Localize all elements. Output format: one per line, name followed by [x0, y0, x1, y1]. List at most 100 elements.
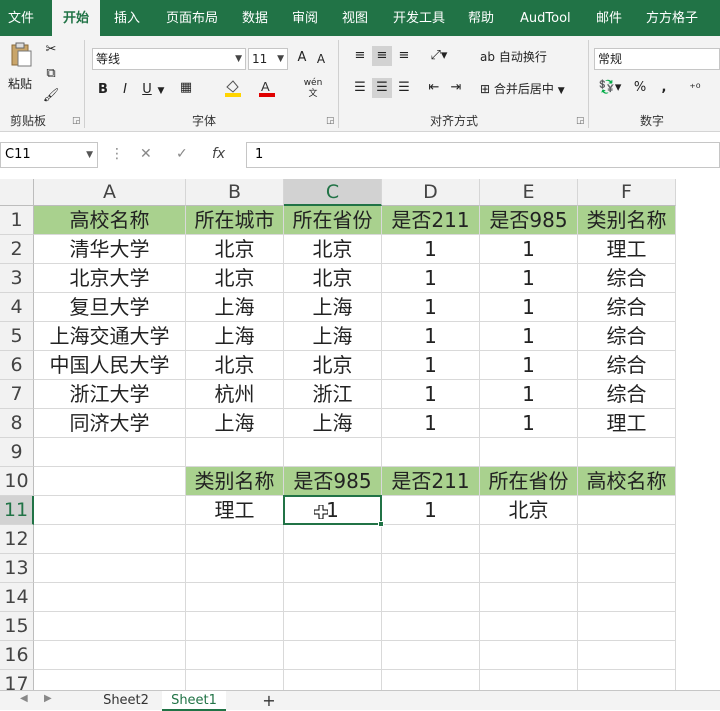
row-header-7[interactable]: 7: [0, 380, 34, 409]
cell[interactable]: [578, 583, 676, 612]
cell[interactable]: [578, 554, 676, 583]
lookup-value-cell[interactable]: 理工: [186, 496, 284, 525]
table-cell[interactable]: 杭州: [186, 380, 284, 409]
cell[interactable]: [284, 525, 382, 554]
cell[interactable]: [382, 612, 480, 641]
cell[interactable]: [578, 525, 676, 554]
worksheet-grid[interactable]: A B C D E F 1 2 3 4 5 6 7 8 9 10 11 12 13 14 15 16 17 高校名称 所在城市所…: [0, 179, 720, 690]
lookup-header-cell[interactable]: 所在省份: [480, 467, 578, 496]
cell[interactable]: [284, 554, 382, 583]
table-cell[interactable]: 理工: [578, 235, 676, 264]
table-cell[interactable]: 1: [382, 235, 480, 264]
table-cell[interactable]: 综合: [578, 293, 676, 322]
cell[interactable]: [186, 583, 284, 612]
table-cell[interactable]: 北京: [186, 235, 284, 264]
row-header-6[interactable]: 6: [0, 351, 34, 380]
table-cell[interactable]: 综合: [578, 264, 676, 293]
cell[interactable]: [578, 641, 676, 670]
font-size-combo[interactable]: 11 ▼: [248, 48, 288, 70]
comma-button[interactable]: ,: [656, 78, 672, 98]
cell[interactable]: [382, 641, 480, 670]
paste-icon[interactable]: [8, 42, 34, 67]
row-header-12[interactable]: 12: [0, 525, 34, 554]
table-cell[interactable]: 1: [480, 293, 578, 322]
table-cell[interactable]: 北京: [186, 351, 284, 380]
align-left-icon[interactable]: ☰: [350, 78, 370, 98]
format-painter-icon[interactable]: 🖌: [42, 86, 60, 106]
align-right-icon[interactable]: ☰: [394, 78, 414, 98]
row-header-15[interactable]: 15: [0, 612, 34, 641]
row-header-10[interactable]: 10: [0, 467, 34, 496]
table-cell[interactable]: 1: [480, 322, 578, 351]
table-cell[interactable]: 1: [480, 351, 578, 380]
cell[interactable]: [382, 554, 480, 583]
cell[interactable]: [480, 583, 578, 612]
table-cell[interactable]: 同济大学: [34, 409, 186, 438]
sheet-tab-sheet1[interactable]: Sheet1: [162, 691, 226, 711]
name-box[interactable]: C11 ▼: [0, 142, 98, 168]
table-cell[interactable]: 1: [480, 409, 578, 438]
row-header-14[interactable]: 14: [0, 583, 34, 612]
table-cell[interactable]: 1: [480, 264, 578, 293]
cell[interactable]: [186, 670, 284, 690]
cell[interactable]: [34, 525, 186, 554]
row-header-17[interactable]: 17: [0, 670, 34, 690]
table-header-cell[interactable]: 所在省份: [284, 206, 382, 235]
formula-input[interactable]: 1: [246, 142, 720, 168]
scroll-right-icon[interactable]: ▶: [44, 693, 52, 704]
orientation-icon[interactable]: ⤢▾: [424, 46, 454, 66]
cell[interactable]: [284, 670, 382, 690]
menu-mail[interactable]: 邮件: [596, 0, 622, 36]
bold-button[interactable]: B: [94, 80, 112, 100]
cell[interactable]: [480, 525, 578, 554]
number-format-combo[interactable]: 常规: [594, 48, 720, 70]
table-cell[interactable]: 上海: [284, 322, 382, 351]
sheet-tab-sheet2[interactable]: Sheet2: [92, 691, 160, 711]
align-launcher-icon[interactable]: ◲: [576, 116, 585, 126]
table-cell[interactable]: 上海: [284, 293, 382, 322]
cell[interactable]: [284, 438, 382, 467]
cell[interactable]: [480, 641, 578, 670]
cell[interactable]: [480, 554, 578, 583]
increase-indent-icon[interactable]: ⇥: [446, 78, 466, 98]
table-cell[interactable]: 上海交通大学: [34, 322, 186, 351]
menu-home[interactable]: 开始: [52, 0, 100, 36]
align-middle-icon[interactable]: ≡: [372, 46, 392, 66]
cell[interactable]: [480, 670, 578, 690]
lookup-header-cell[interactable]: 是否211: [382, 467, 480, 496]
cell[interactable]: [34, 496, 186, 525]
table-cell[interactable]: 综合: [578, 380, 676, 409]
table-cell[interactable]: 1: [382, 264, 480, 293]
wrap-text-button[interactable]: ab 自动换行: [480, 47, 560, 67]
row-header-2[interactable]: 2: [0, 235, 34, 264]
table-cell[interactable]: 北京: [186, 264, 284, 293]
row-header-16[interactable]: 16: [0, 641, 34, 670]
increase-decimal-icon[interactable]: ⁺⁰: [680, 78, 710, 98]
cell[interactable]: [34, 612, 186, 641]
column-header-f[interactable]: F: [578, 179, 676, 206]
table-cell[interactable]: 理工: [578, 409, 676, 438]
paste-button[interactable]: 粘贴: [6, 74, 34, 94]
lookup-value-cell[interactable]: 北京: [480, 496, 578, 525]
lookup-header-cell[interactable]: 高校名称: [578, 467, 676, 496]
cancel-icon[interactable]: ✕: [140, 146, 152, 162]
cell[interactable]: [34, 554, 186, 583]
cell[interactable]: [34, 641, 186, 670]
table-cell[interactable]: 北京: [284, 264, 382, 293]
table-cell[interactable]: 北京: [284, 235, 382, 264]
cell[interactable]: [34, 467, 186, 496]
italic-button[interactable]: I: [116, 80, 134, 100]
align-top-icon[interactable]: ≡: [350, 46, 370, 66]
clipboard-launcher-icon[interactable]: ◲: [72, 116, 81, 126]
borders-icon[interactable]: ▦: [176, 78, 196, 98]
cell[interactable]: [480, 612, 578, 641]
table-cell[interactable]: 1: [382, 293, 480, 322]
row-header-13[interactable]: 13: [0, 554, 34, 583]
fill-color-icon[interactable]: [222, 78, 244, 105]
table-cell[interactable]: 上海: [186, 409, 284, 438]
table-cell[interactable]: 1: [382, 409, 480, 438]
cell[interactable]: [186, 525, 284, 554]
row-header-9[interactable]: 9: [0, 438, 34, 467]
table-cell[interactable]: 浙江: [284, 380, 382, 409]
insert-function-button[interactable]: fx: [212, 146, 225, 162]
